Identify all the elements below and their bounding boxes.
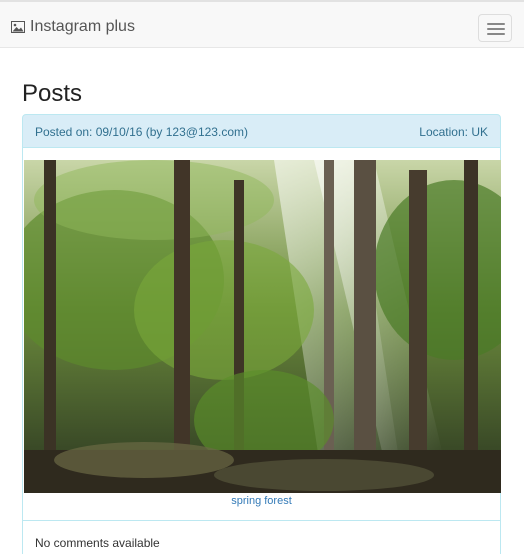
- post-heading: Posted on: 09/10/16 (by 123@123.com) Loc…: [22, 114, 501, 148]
- posted-on-text: Posted on: 09/10/16 (by 123@123.com): [35, 125, 248, 139]
- brand-name: Instagram plus: [30, 18, 135, 35]
- image-caption-link[interactable]: spring forest: [23, 495, 500, 507]
- location-text: Location: UK: [419, 125, 488, 139]
- page-title: Posts: [22, 80, 83, 107]
- comments-text: No comments available: [35, 536, 160, 550]
- image-icon: [11, 21, 25, 33]
- forest-illustration: [24, 160, 501, 493]
- brand-link[interactable]: Instagram plus: [11, 18, 135, 36]
- post-body: spring forest: [22, 148, 501, 521]
- navbar: Instagram plus: [0, 0, 524, 48]
- post-image: [24, 160, 501, 493]
- comments-section: No comments available: [22, 521, 501, 554]
- menu-toggle-button[interactable]: [478, 14, 512, 42]
